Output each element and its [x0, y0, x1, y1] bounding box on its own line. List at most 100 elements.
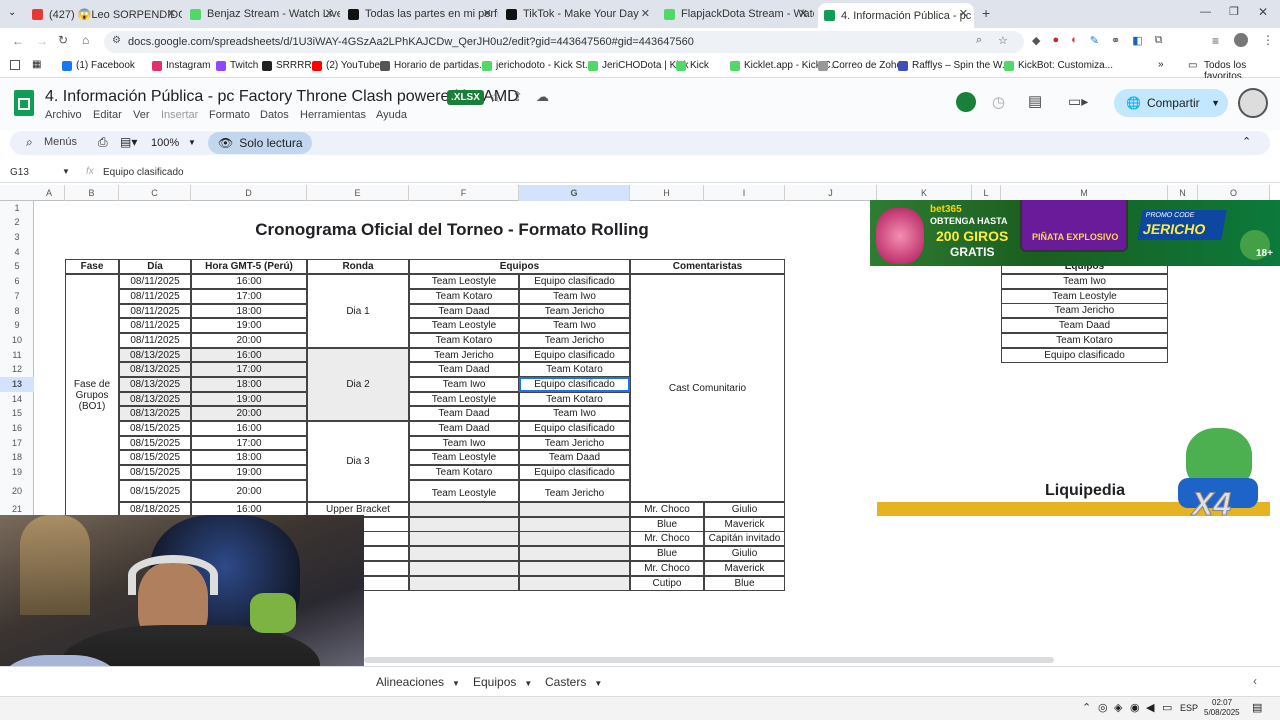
side-team-cell[interactable]: Team Jericho — [1001, 303, 1168, 319]
empty-team-cell[interactable] — [409, 560, 519, 576]
team-b-cell[interactable]: Team Jericho — [519, 333, 630, 348]
caster-2-cell[interactable]: Blue — [704, 575, 785, 591]
empty-team-cell[interactable] — [519, 516, 630, 532]
team-b-cell[interactable]: Team Jericho — [519, 304, 630, 318]
sheet-tab-alineaciones[interactable]: Alineaciones ▼ — [376, 675, 460, 689]
empty-team-cell[interactable] — [519, 502, 630, 517]
team-a-cell[interactable]: Team Daad — [409, 362, 519, 377]
empty-team-cell[interactable] — [409, 575, 519, 591]
clock-time[interactable]: 02:07 — [1212, 698, 1232, 707]
team-a-cell[interactable]: Team Kotaro — [409, 333, 519, 348]
header-equipos[interactable]: Equipos — [409, 259, 630, 274]
team-a-cell[interactable]: Team Leostyle — [409, 318, 519, 333]
empty-team-cell[interactable] — [519, 560, 630, 576]
team-b-cell[interactable]: Team Iwo — [519, 318, 630, 333]
time-cell[interactable]: 16:00 — [191, 348, 307, 362]
time-cell[interactable]: 20:00 — [191, 333, 307, 348]
time-cell[interactable]: 18:00 — [191, 450, 307, 465]
date-cell[interactable]: 08/11/2025 — [119, 274, 191, 289]
caster-2-cell[interactable]: Maverick — [704, 560, 785, 576]
time-cell[interactable]: 19:00 — [191, 318, 307, 333]
date-cell[interactable]: 08/13/2025 — [119, 348, 191, 362]
team-a-cell[interactable]: Team Jericho — [409, 348, 519, 362]
date-cell[interactable]: 08/11/2025 — [119, 318, 191, 333]
bracket-date-cell[interactable]: 08/18/2025 — [119, 502, 191, 516]
team-b-cell[interactable]: Equipo clasificado — [519, 465, 630, 480]
ronda-cell[interactable]: Dia 2 — [307, 348, 409, 421]
time-cell[interactable]: 17:00 — [191, 362, 307, 377]
time-cell[interactable]: 20:00 — [191, 406, 307, 421]
sheet-tab-casters[interactable]: Casters ▼ — [545, 675, 602, 689]
caster-2-cell[interactable]: Giulio — [704, 502, 785, 517]
caster-2-cell[interactable]: Giulio — [704, 546, 785, 562]
time-cell[interactable]: 16:00 — [191, 421, 307, 436]
time-cell[interactable]: 16:00 — [191, 274, 307, 289]
sheet-tab-dropdown-icon[interactable]: ▼ — [594, 679, 602, 688]
clock-date[interactable]: 5/08/2025 — [1204, 708, 1240, 717]
empty-team-cell[interactable] — [519, 546, 630, 562]
team-b-cell[interactable]: Team Jericho — [519, 480, 630, 502]
team-b-cell[interactable]: Equipo clasificado — [519, 274, 630, 289]
volume-icon[interactable]: ◀ — [1146, 701, 1154, 714]
caster-1-cell[interactable]: Mr. Choco — [630, 531, 704, 547]
date-cell[interactable]: 08/11/2025 — [119, 333, 191, 348]
date-cell[interactable]: 08/13/2025 — [119, 362, 191, 377]
date-cell[interactable]: 08/15/2025 — [119, 436, 191, 450]
empty-team-cell[interactable] — [409, 502, 519, 517]
side-team-cell[interactable]: Team Iwo — [1001, 274, 1168, 289]
side-team-cell[interactable]: Team Leostyle — [1001, 288, 1168, 304]
scroll-tabs-icon[interactable]: ‹ — [1253, 674, 1257, 688]
fase-grupos-cell[interactable]: Fase de Grupos (BO1) — [65, 274, 119, 516]
cast-cell[interactable]: Cast Comunitario — [630, 274, 785, 502]
empty-team-cell[interactable] — [409, 516, 519, 532]
time-cell[interactable]: 17:00 — [191, 289, 307, 304]
liquipedia-cell[interactable]: Liquipedia — [985, 480, 1185, 502]
team-a-cell[interactable]: Team Kotaro — [409, 289, 519, 304]
team-b-cell[interactable]: Team Kotaro — [519, 362, 630, 377]
team-b-cell[interactable]: Team Daad — [519, 450, 630, 465]
date-cell[interactable]: 08/13/2025 — [119, 406, 191, 421]
time-cell[interactable]: 18:00 — [191, 377, 307, 392]
header-ronda[interactable]: Ronda — [307, 259, 409, 274]
team-a-cell[interactable]: Team Leostyle — [409, 392, 519, 406]
caster-2-cell[interactable]: Maverick — [704, 516, 785, 532]
empty-team-cell[interactable] — [409, 546, 519, 562]
sheet-tab-dropdown-icon[interactable]: ▼ — [524, 679, 532, 688]
side-team-cell[interactable]: Equipo clasificado — [1001, 347, 1168, 363]
time-cell[interactable]: 18:00 — [191, 304, 307, 318]
date-cell[interactable]: 08/15/2025 — [119, 465, 191, 480]
date-cell[interactable]: 08/13/2025 — [119, 377, 191, 392]
empty-team-cell[interactable] — [409, 531, 519, 547]
header-hora[interactable]: Hora GMT-5 (Perú) — [191, 259, 307, 274]
date-cell[interactable]: 08/15/2025 — [119, 480, 191, 502]
tray-icon[interactable]: ◈ — [1114, 701, 1122, 714]
time-cell[interactable]: 20:00 — [191, 480, 307, 502]
notifications-icon[interactable]: ▤ — [1252, 701, 1262, 714]
date-cell[interactable]: 08/15/2025 — [119, 421, 191, 436]
caster-1-cell[interactable]: Blue — [630, 546, 704, 562]
team-a-cell[interactable]: Team Daad — [409, 421, 519, 436]
side-team-cell[interactable]: Team Daad — [1001, 318, 1168, 334]
time-cell[interactable]: 19:00 — [191, 465, 307, 480]
time-cell[interactable]: 17:00 — [191, 436, 307, 450]
team-a-cell[interactable]: Team Iwo — [409, 377, 519, 392]
team-b-cell[interactable]: Team Iwo — [519, 289, 630, 304]
caster-1-cell[interactable]: Blue — [630, 516, 704, 532]
tray-chevron-icon[interactable]: ⌃ — [1082, 701, 1091, 714]
horizontal-scrollbar[interactable] — [364, 657, 1054, 663]
team-b-cell[interactable]: Equipo clasificado — [519, 421, 630, 436]
caster-1-cell[interactable]: Mr. Choco — [630, 502, 704, 517]
date-cell[interactable]: 08/11/2025 — [119, 289, 191, 304]
team-a-cell[interactable]: Team Leostyle — [409, 480, 519, 502]
language-indicator[interactable]: ESP — [1180, 703, 1198, 713]
ronda-cell[interactable]: Dia 1 — [307, 274, 409, 348]
caster-2-cell[interactable]: Capitán invitado — [704, 531, 785, 547]
team-a-cell[interactable]: Team Daad — [409, 304, 519, 318]
team-a-cell[interactable]: Team Kotaro — [409, 465, 519, 480]
network-icon[interactable]: ▭ — [1162, 701, 1172, 714]
ronda-cell[interactable]: Dia 3 — [307, 421, 409, 502]
caster-1-cell[interactable]: Cutipo — [630, 575, 704, 591]
time-cell[interactable]: 19:00 — [191, 392, 307, 406]
team-b-cell[interactable]: Team Jericho — [519, 436, 630, 450]
header-comentaristas[interactable]: Comentaristas — [630, 259, 785, 274]
